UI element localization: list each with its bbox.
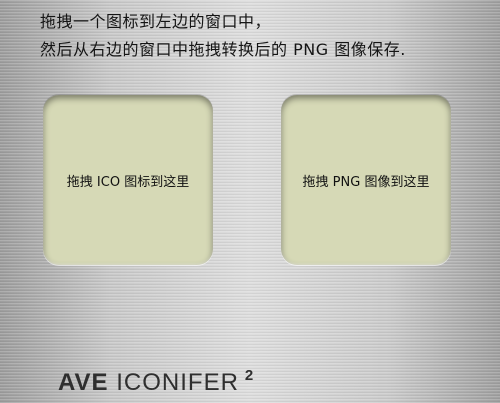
ico-drop-zone-label: 拖拽 ICO 图标到这里 (66, 174, 190, 190)
instructions-text: 拖拽一个图标到左边的窗口中， 然后从右边的窗口中拖拽转换后的 PNG 图像保存. (40, 8, 480, 64)
ico-drop-zone[interactable]: 拖拽 ICO 图标到这里 (43, 95, 213, 265)
logo-product: ICONIFER (116, 369, 239, 396)
instruction-line-1: 拖拽一个图标到左边的窗口中， (40, 12, 272, 31)
png-drop-zone[interactable]: 拖拽 PNG 图像到这里 (281, 95, 451, 265)
logo-version: 2 (244, 367, 255, 384)
logo-brand: AVE (58, 369, 109, 396)
app-logo: AVE ICONIFER 2 (58, 362, 254, 397)
png-drop-zone-label: 拖拽 PNG 图像到这里 (302, 174, 430, 190)
instruction-line-2: 然后从右边的窗口中拖拽转换后的 PNG 图像保存. (40, 40, 406, 59)
